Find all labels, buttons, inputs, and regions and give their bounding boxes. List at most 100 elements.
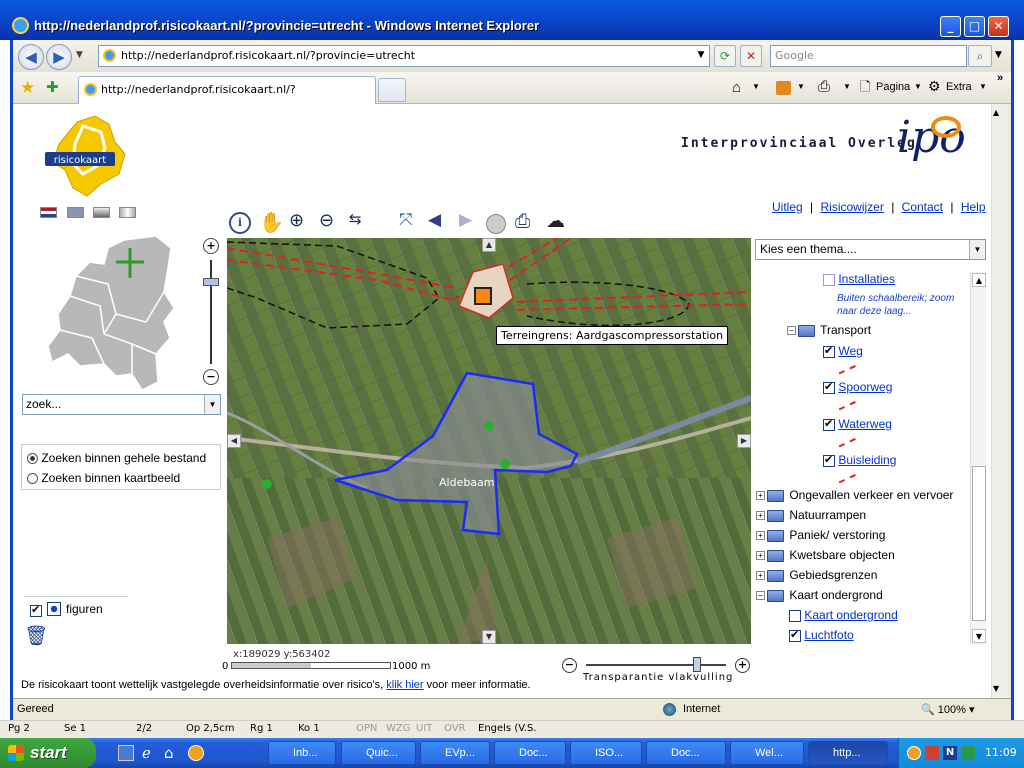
- toolbar-overflow-icon[interactable]: »: [997, 72, 1003, 84]
- pan-hand-icon[interactable]: ✋: [259, 210, 284, 234]
- add-favorites-icon[interactable]: ✚: [46, 78, 59, 96]
- history-dropdown-icon[interactable]: ▼: [76, 50, 83, 60]
- radio-empty-icon[interactable]: [27, 473, 38, 485]
- layer-spoorweg[interactable]: Spoorweg: [838, 380, 892, 394]
- task-item[interactable]: EVp...: [420, 741, 490, 765]
- task-item[interactable]: Quic...: [341, 741, 416, 765]
- map-poi-icon[interactable]: [262, 479, 272, 489]
- forward-button[interactable]: ▶: [46, 44, 72, 70]
- layer-luchtfoto[interactable]: Luchtfoto: [804, 628, 853, 642]
- tray-app-icon[interactable]: [925, 746, 939, 760]
- pagina-dropdown-icon[interactable]: ▼: [914, 82, 922, 91]
- group-natuurrampen[interactable]: Natuurrampen: [789, 508, 866, 522]
- collapse-icon[interactable]: −: [756, 591, 765, 601]
- previous-view-icon[interactable]: ◀: [428, 210, 441, 230]
- luchtfoto-checkbox[interactable]: [789, 628, 801, 642]
- back-button[interactable]: ◀: [18, 44, 44, 70]
- zoek-dropdown-icon[interactable]: ▼: [204, 395, 220, 414]
- measure-icon[interactable]: ⇆: [349, 210, 362, 228]
- favorites-star-icon[interactable]: ★: [20, 78, 35, 98]
- task-item-active[interactable]: http...: [808, 741, 888, 765]
- kaart-ondergrond-checkbox[interactable]: [789, 609, 801, 622]
- pan-left-button[interactable]: ◀: [227, 434, 241, 448]
- full-extent-icon[interactable]: ⤧: [399, 210, 413, 230]
- installaties-note[interactable]: Buiten schaalbereik; zoom naar deze laag…: [837, 292, 977, 318]
- transport-collapse-icon[interactable]: −: [787, 326, 796, 336]
- tray-n-icon[interactable]: N: [943, 746, 957, 760]
- expand-icon[interactable]: +: [756, 511, 765, 521]
- address-bar[interactable]: http://nederlandprof.risicokaart.nl/?pro…: [98, 45, 710, 67]
- aerial-map[interactable]: Aldebaam ▲ ◀ ▶ ▼: [227, 238, 751, 644]
- task-item[interactable]: Wel...: [730, 741, 804, 765]
- search-input[interactable]: Google: [770, 45, 967, 67]
- new-tab-button[interactable]: [378, 78, 406, 102]
- print-icon[interactable]: ⎙: [818, 78, 830, 95]
- weg-checkbox[interactable]: [823, 344, 835, 358]
- nav-help[interactable]: Help: [961, 200, 986, 214]
- figuren-checkbox[interactable]: [30, 603, 42, 617]
- map-poi-icon[interactable]: [500, 459, 510, 469]
- extra-menu[interactable]: Extra: [946, 81, 972, 93]
- grid-select-icon[interactable]: [486, 214, 506, 234]
- expand-icon[interactable]: +: [756, 491, 765, 501]
- page-scrollbar[interactable]: ▲ ▼: [991, 104, 1008, 698]
- pan-up-button[interactable]: ▲: [482, 238, 496, 252]
- compressor-marker-icon[interactable]: [474, 287, 492, 305]
- spoorweg-checkbox[interactable]: [823, 380, 835, 394]
- rss-feed-icon[interactable]: [776, 81, 791, 95]
- stop-icon[interactable]: ✕: [740, 45, 762, 67]
- info-icon[interactable]: i: [229, 212, 251, 234]
- figuren-radio-icon[interactable]: [47, 602, 61, 616]
- scroll-down-icon[interactable]: ▼: [972, 629, 986, 643]
- dutch-flag-icon[interactable]: [40, 207, 57, 218]
- zoom-in-icon[interactable]: ⊕: [289, 210, 304, 231]
- task-item[interactable]: Doc...: [494, 741, 566, 765]
- layer-kaart-ondergrond[interactable]: Kaart ondergrond: [804, 608, 897, 622]
- overview-zoom-out-button[interactable]: −: [203, 369, 219, 385]
- maximize-button[interactable]: □: [964, 16, 985, 37]
- zoek-input[interactable]: zoek... ▼: [22, 394, 221, 415]
- scroll-up-icon[interactable]: ▲: [972, 273, 986, 287]
- overview-zoom-in-button[interactable]: +: [203, 238, 219, 254]
- minimize-button[interactable]: _: [940, 16, 961, 37]
- group-gebiedsgrenzen[interactable]: Gebiedsgrenzen: [789, 568, 877, 582]
- print-dropdown-icon[interactable]: ▼: [843, 82, 851, 91]
- search-icon[interactable]: ⌕: [968, 45, 992, 67]
- start-button[interactable]: start: [0, 738, 96, 768]
- layer-weg[interactable]: Weg: [838, 344, 862, 358]
- radio-selected-icon[interactable]: [27, 453, 38, 465]
- window-flag-icon[interactable]: [119, 207, 136, 218]
- netherlands-overview-map[interactable]: [46, 234, 176, 394]
- window-title-bar[interactable]: http://nederlandprof.risicokaart.nl/?pro…: [0, 0, 1024, 40]
- layer-installaties[interactable]: Installaties: [838, 272, 895, 286]
- layer-waterweg[interactable]: Waterweg: [838, 417, 892, 431]
- close-window-button[interactable]: ✕: [988, 16, 1009, 37]
- address-dropdown-icon[interactable]: ▼: [692, 45, 710, 67]
- waterweg-checkbox[interactable]: [823, 417, 835, 431]
- zoom-control[interactable]: 🔍 100% ▾: [921, 703, 974, 716]
- scope-option-view[interactable]: Zoeken binnen kaartbeeld: [27, 471, 180, 485]
- task-item[interactable]: Doc...: [646, 741, 726, 765]
- print-map-icon[interactable]: ⎙: [515, 210, 530, 232]
- group-paniek[interactable]: Paniek/ verstoring: [789, 528, 885, 542]
- installaties-checkbox[interactable]: [823, 273, 835, 286]
- quicklaunch-home-icon[interactable]: ⌂: [164, 744, 174, 762]
- refresh-icon[interactable]: ⟳: [714, 45, 736, 67]
- transparency-increase-button[interactable]: +: [735, 658, 750, 673]
- page-scroll-down-icon[interactable]: ▼: [993, 684, 999, 693]
- scroll-thumb[interactable]: [972, 466, 986, 621]
- next-view-icon[interactable]: ▶: [459, 210, 472, 230]
- expand-icon[interactable]: +: [756, 571, 765, 581]
- trash-icon[interactable]: 🗑: [24, 624, 48, 647]
- transparency-slider-handle[interactable]: [692, 657, 701, 672]
- group-kwetsbare[interactable]: Kwetsbare objecten: [789, 548, 894, 562]
- nav-uitleg[interactable]: Uitleg: [772, 200, 803, 214]
- buisleiding-checkbox[interactable]: [823, 453, 835, 467]
- tab-current[interactable]: http://nederlandprof.risicokaart.nl/?pro…: [78, 76, 376, 122]
- pan-right-button[interactable]: ▶: [737, 434, 751, 448]
- theme-select[interactable]: Kies een thema.... ▼: [755, 239, 986, 260]
- nav-contact[interactable]: Contact: [902, 200, 943, 214]
- task-item[interactable]: ISO...: [570, 741, 642, 765]
- layer-transport[interactable]: Transport: [820, 323, 871, 337]
- expand-icon[interactable]: +: [756, 551, 765, 561]
